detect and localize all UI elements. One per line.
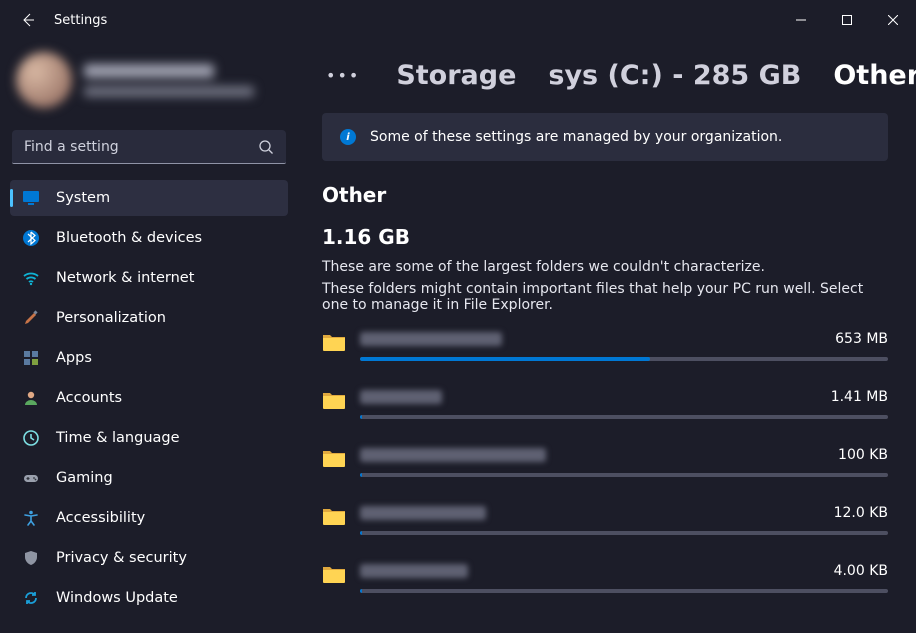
sidebar-item-label: Personalization [56, 310, 166, 326]
sidebar-item-wifi[interactable]: Network & internet [10, 260, 288, 296]
sidebar-item-label: Bluetooth & devices [56, 230, 202, 246]
sidebar: System Bluetooth & devices Network & inter… [0, 40, 298, 633]
folder-size: 653 MB [835, 331, 888, 347]
folder-name-redacted [360, 564, 468, 578]
breadcrumb: ••• Storage sys (C:) - 285 GB Other [322, 60, 888, 91]
minimize-icon [796, 15, 806, 25]
folder-icon [322, 448, 346, 468]
usage-bar [360, 415, 888, 419]
folder-name-redacted [360, 506, 486, 520]
sidebar-item-label: System [56, 190, 110, 206]
arrow-left-icon [20, 12, 36, 28]
breadcrumb-current: Other [833, 60, 916, 91]
folder-icon [322, 390, 346, 410]
sidebar-item-label: Gaming [56, 470, 113, 486]
sidebar-item-label: Privacy & security [56, 550, 187, 566]
close-button[interactable] [870, 0, 916, 40]
profile-card[interactable] [10, 50, 288, 116]
folder-icon [322, 332, 346, 352]
minimize-button[interactable] [778, 0, 824, 40]
total-size: 1.16 GB [322, 225, 888, 249]
avatar [16, 52, 72, 108]
usage-bar [360, 589, 888, 593]
breadcrumb-storage[interactable]: Storage [396, 60, 516, 91]
sidebar-item-label: Apps [56, 350, 92, 366]
nav-list: System Bluetooth & devices Network & inter… [10, 180, 288, 616]
sidebar-item-accessibility[interactable]: Accessibility [10, 500, 288, 536]
apps-icon [22, 349, 40, 367]
window-controls [778, 0, 916, 40]
window-title: Settings [54, 13, 107, 28]
breadcrumb-drive[interactable]: sys (C:) - 285 GB [548, 60, 801, 91]
profile-text [84, 64, 254, 97]
folder-size: 1.41 MB [831, 389, 888, 405]
folder-size: 4.00 KB [834, 563, 888, 579]
maximize-button[interactable] [824, 0, 870, 40]
sidebar-item-label: Accessibility [56, 510, 145, 526]
sidebar-item-label: Accounts [56, 390, 122, 406]
search-icon [258, 139, 274, 155]
folder-name-redacted [360, 390, 442, 404]
folder-size: 100 KB [838, 447, 888, 463]
sidebar-item-label: Windows Update [56, 590, 178, 606]
desc-line-2: These folders might contain important fi… [322, 281, 888, 313]
sidebar-item-label: Network & internet [56, 270, 194, 286]
gamepad-icon [22, 469, 40, 487]
back-button[interactable] [8, 0, 48, 40]
search-input[interactable] [24, 139, 258, 155]
page-heading: Other [322, 183, 888, 207]
bluetooth-icon [22, 229, 40, 247]
brush-icon [22, 309, 40, 327]
content-area: ••• Storage sys (C:) - 285 GB Other i So… [298, 40, 916, 633]
info-icon: i [340, 129, 356, 145]
sidebar-item-update[interactable]: Windows Update [10, 580, 288, 616]
close-icon [888, 15, 898, 25]
sidebar-item-apps[interactable]: Apps [10, 340, 288, 376]
sidebar-item-brush[interactable]: Personalization [10, 300, 288, 336]
breadcrumb-ellipsis[interactable]: ••• [322, 66, 364, 85]
sidebar-item-shield[interactable]: Privacy & security [10, 540, 288, 576]
usage-bar [360, 531, 888, 535]
sidebar-item-label: Time & language [56, 430, 180, 446]
clock-icon [22, 429, 40, 447]
shield-icon [22, 549, 40, 567]
folder-list: 653 MB 1.41 MB 100 KB 12.0 KB 4.00 KB [322, 331, 888, 593]
titlebar: Settings [0, 0, 916, 40]
folder-row[interactable]: 653 MB [322, 331, 888, 361]
sidebar-item-gamepad[interactable]: Gaming [10, 460, 288, 496]
org-notice-text: Some of these settings are managed by yo… [370, 129, 782, 145]
folder-row[interactable]: 100 KB [322, 447, 888, 477]
desc-line-1: These are some of the largest folders we… [322, 259, 888, 275]
maximize-icon [842, 15, 852, 25]
sidebar-item-person[interactable]: Accounts [10, 380, 288, 416]
accessibility-icon [22, 509, 40, 527]
monitor-icon [22, 189, 40, 207]
folder-name-redacted [360, 332, 502, 346]
search-box[interactable] [12, 130, 286, 164]
folder-icon [322, 564, 346, 584]
folder-size: 12.0 KB [834, 505, 888, 521]
folder-name-redacted [360, 448, 546, 462]
folder-row[interactable]: 4.00 KB [322, 563, 888, 593]
folder-row[interactable]: 12.0 KB [322, 505, 888, 535]
usage-bar [360, 473, 888, 477]
update-icon [22, 589, 40, 607]
org-notice: i Some of these settings are managed by … [322, 113, 888, 161]
sidebar-item-bluetooth[interactable]: Bluetooth & devices [10, 220, 288, 256]
folder-row[interactable]: 1.41 MB [322, 389, 888, 419]
usage-bar [360, 357, 888, 361]
folder-icon [322, 506, 346, 526]
sidebar-item-clock[interactable]: Time & language [10, 420, 288, 456]
sidebar-item-monitor[interactable]: System [10, 180, 288, 216]
wifi-icon [22, 269, 40, 287]
person-icon [22, 389, 40, 407]
